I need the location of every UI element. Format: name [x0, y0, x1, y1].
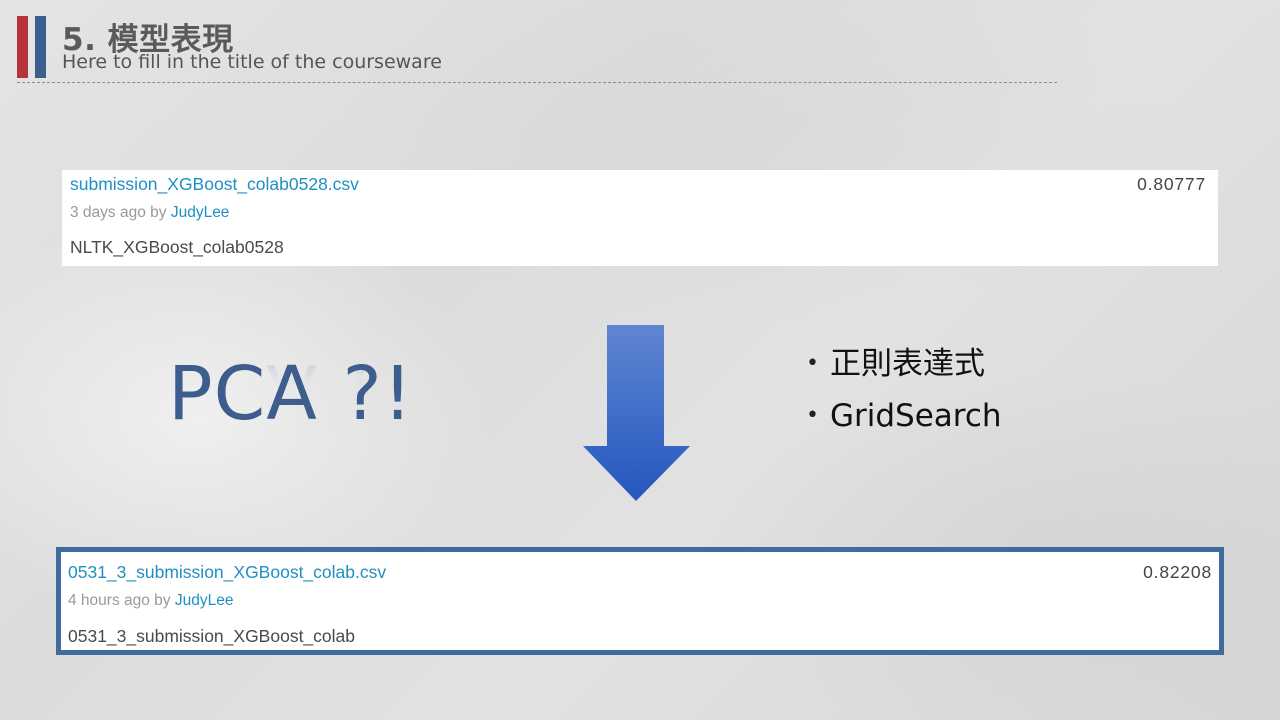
submission-description: NLTK_XGBoost_colab0528: [70, 237, 284, 257]
accent-bar-red: [17, 16, 28, 78]
slide-subtitle: Here to fill in the title of the coursew…: [62, 51, 442, 73]
bullet-item-gridsearch: • GridSearch: [806, 390, 1002, 442]
submission-score: 0.80777: [1137, 174, 1206, 194]
down-arrow-icon: [583, 325, 690, 501]
submission-author-link[interactable]: JudyLee: [171, 204, 230, 221]
bullet-text: 正則表達式: [830, 346, 985, 382]
bullet-text: GridSearch: [830, 398, 1002, 434]
bullet-dot-icon: •: [806, 351, 819, 376]
bullet-item-regex: • 正則表達式: [806, 338, 1002, 390]
pca-heading: PCA ?! PCA ?!: [168, 348, 428, 472]
submission-time: 3 days ago by: [70, 204, 171, 221]
pca-text-reflection: PCA ?!: [168, 348, 414, 432]
submission-meta: 3 days ago by JudyLee: [70, 204, 229, 222]
accent-bar-blue: [35, 16, 46, 78]
submission-author-link[interactable]: JudyLee: [175, 592, 234, 609]
bullet-dot-icon: •: [806, 403, 819, 428]
header-accent-bars: [17, 16, 47, 78]
submission-file-link[interactable]: 0531_3_submission_XGBoost_colab.csv: [68, 562, 386, 583]
submission-score: 0.82208: [1143, 562, 1212, 582]
header-divider: [17, 82, 1057, 83]
submission-meta: 4 hours ago by JudyLee: [68, 592, 233, 610]
submission-file-link[interactable]: submission_XGBoost_colab0528.csv: [70, 174, 359, 195]
bullet-list: • 正則表達式 • GridSearch: [806, 338, 1002, 442]
submission-time: 4 hours ago by: [68, 592, 175, 609]
submission-card-after: 0531_3_submission_XGBoost_colab.csv 0.82…: [56, 547, 1224, 655]
submission-description: 0531_3_submission_XGBoost_colab: [68, 626, 355, 646]
submission-card-before: submission_XGBoost_colab0528.csv 0.80777…: [62, 170, 1218, 266]
